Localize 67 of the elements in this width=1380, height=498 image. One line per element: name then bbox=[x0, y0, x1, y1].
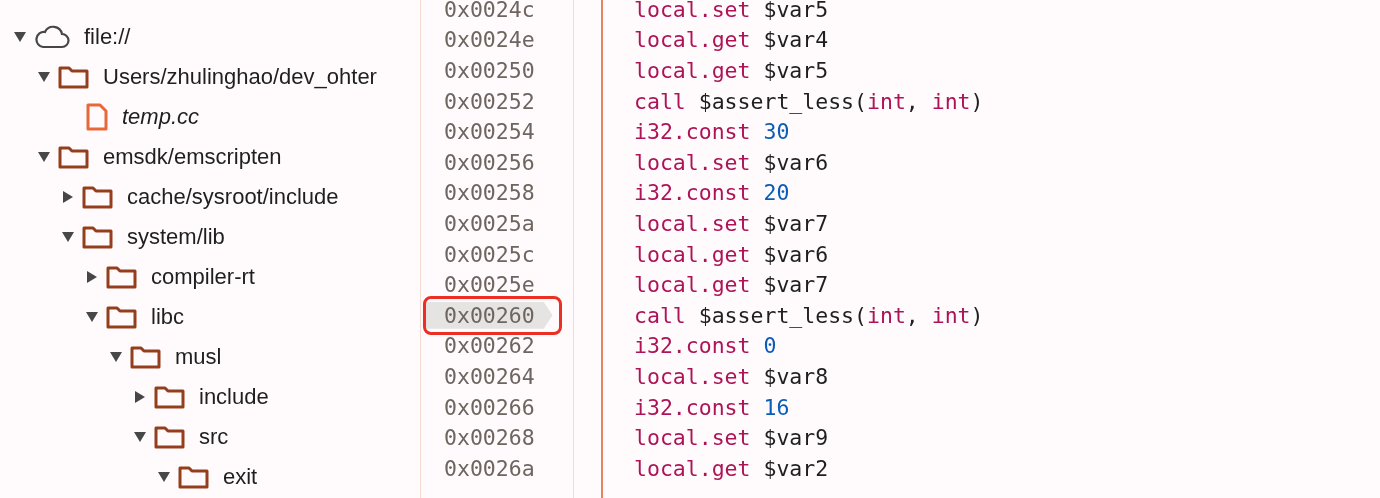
address[interactable]: 0x00264 bbox=[425, 362, 553, 390]
expanded-arrow-icon[interactable] bbox=[38, 72, 50, 82]
code-line: i32.const 20 bbox=[634, 180, 790, 206]
code-line: local.set $var5 bbox=[634, 0, 829, 22]
code-line: call $assert_less(int, int) bbox=[634, 88, 984, 114]
tree-item[interactable]: temp.cc bbox=[0, 97, 420, 137]
address[interactable]: 0x00268 bbox=[425, 424, 553, 452]
tree-item[interactable]: compiler-rt bbox=[0, 257, 420, 297]
code-line: local.get $var6 bbox=[634, 241, 829, 267]
folder-icon bbox=[178, 465, 209, 489]
address[interactable]: 0x00258 bbox=[425, 179, 553, 207]
tree-item[interactable]: Users/zhulinghao/dev_ohter bbox=[0, 57, 420, 97]
expanded-arrow-icon[interactable] bbox=[158, 472, 170, 482]
folder-icon bbox=[154, 385, 185, 409]
folder-icon bbox=[130, 345, 161, 369]
code-line: local.set $var9 bbox=[634, 425, 829, 451]
folder-icon bbox=[106, 305, 137, 329]
tree-item[interactable]: libc bbox=[0, 297, 420, 337]
address[interactable]: 0x00252 bbox=[425, 87, 553, 115]
code-line: local.set $var7 bbox=[634, 210, 829, 236]
code-line: local.set $var8 bbox=[634, 363, 829, 389]
address[interactable]: 0x00260 bbox=[425, 301, 553, 329]
expanded-arrow-icon[interactable] bbox=[110, 352, 122, 362]
address[interactable]: 0x0025c bbox=[425, 240, 553, 268]
tree-item[interactable]: emsdk/emscripten bbox=[0, 137, 420, 177]
address[interactable]: 0x00266 bbox=[425, 393, 553, 421]
cloud-icon bbox=[34, 25, 70, 49]
expanded-arrow-icon[interactable] bbox=[62, 232, 74, 242]
tree-item[interactable]: include bbox=[0, 377, 420, 417]
tree-item[interactable]: src bbox=[0, 417, 420, 457]
address[interactable]: 0x0026a bbox=[425, 454, 553, 482]
code-line: call $assert_less(int, int) bbox=[634, 302, 984, 328]
code-line: local.get $var7 bbox=[634, 272, 829, 298]
folder-icon bbox=[82, 185, 113, 209]
address[interactable]: 0x0025a bbox=[425, 209, 553, 237]
folder-icon bbox=[154, 425, 185, 449]
tree-item[interactable]: cache/sysroot/include bbox=[0, 177, 420, 217]
address[interactable]: 0x00262 bbox=[425, 332, 553, 360]
address[interactable]: 0x0025e bbox=[425, 271, 553, 299]
address[interactable]: 0x00256 bbox=[425, 148, 553, 176]
expanded-arrow-icon[interactable] bbox=[14, 32, 26, 42]
address[interactable]: 0x00250 bbox=[425, 57, 553, 84]
tree-item[interactable]: file:// bbox=[0, 17, 420, 57]
collapsed-arrow-icon[interactable] bbox=[135, 391, 145, 403]
code-line: i32.const 0 bbox=[634, 333, 777, 359]
folder-icon bbox=[82, 225, 113, 249]
code-line: local.set $var6 bbox=[634, 149, 829, 175]
folder-icon bbox=[58, 145, 89, 169]
collapsed-arrow-icon[interactable] bbox=[87, 271, 97, 283]
file-icon bbox=[86, 103, 108, 131]
address[interactable]: 0x00254 bbox=[425, 118, 553, 146]
code-line: local.get $var5 bbox=[634, 58, 829, 83]
tree-item[interactable]: musl bbox=[0, 337, 420, 377]
code-line: local.get $var2 bbox=[634, 455, 829, 481]
tree-item[interactable]: system/lib bbox=[0, 217, 420, 257]
code-line: i32.const 16 bbox=[634, 394, 790, 420]
tree-item[interactable]: exit bbox=[0, 457, 420, 497]
expanded-arrow-icon[interactable] bbox=[86, 312, 98, 322]
expanded-arrow-icon[interactable] bbox=[134, 432, 146, 442]
address[interactable]: 0x0024e bbox=[425, 26, 553, 54]
collapsed-arrow-icon[interactable] bbox=[63, 191, 73, 203]
address[interactable]: 0x0024c bbox=[425, 0, 553, 23]
folder-icon bbox=[106, 265, 137, 289]
code-line: i32.const 30 bbox=[634, 119, 790, 145]
expanded-arrow-icon[interactable] bbox=[38, 152, 50, 162]
folder-icon bbox=[58, 65, 89, 89]
code-line: local.get $var4 bbox=[634, 27, 829, 53]
